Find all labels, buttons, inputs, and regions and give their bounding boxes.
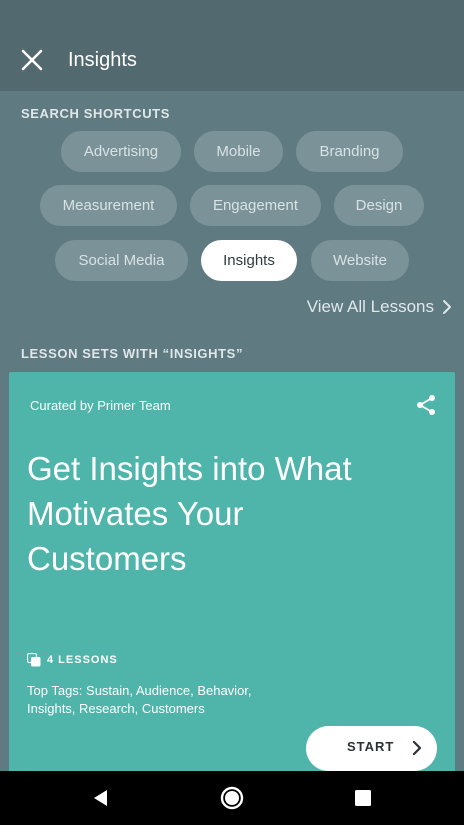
chevron-right-icon: [443, 300, 451, 314]
search-shortcuts-label: SEARCH SHORTCUTS: [21, 106, 170, 121]
chip-website[interactable]: Website: [311, 240, 409, 281]
chip-insights[interactable]: Insights: [201, 240, 297, 281]
home-button[interactable]: [217, 783, 247, 813]
app-header: Insights: [0, 0, 464, 91]
chip-advertising[interactable]: Advertising: [61, 131, 181, 172]
curated-by-label: Curated by Primer Team: [30, 398, 171, 413]
lesson-set-card[interactable]: Curated by Primer Team Get Insights into…: [9, 372, 455, 792]
chip-branding[interactable]: Branding: [296, 131, 403, 172]
chip-mobile[interactable]: Mobile: [194, 131, 283, 172]
home-icon: [220, 786, 244, 810]
lesson-sets-label: LESSON SETS WITH “INSIGHTS”: [21, 346, 244, 361]
system-nav-bar: [0, 771, 464, 825]
start-button[interactable]: START: [306, 726, 437, 771]
stack-icon: [27, 653, 41, 667]
chip-engagement[interactable]: Engagement: [190, 185, 321, 226]
close-icon: [21, 49, 43, 71]
share-icon[interactable]: [415, 394, 437, 416]
close-button[interactable]: [18, 46, 46, 74]
view-all-lessons-link[interactable]: View All Lessons: [307, 295, 452, 319]
top-tags: Top Tags: Sustain, Audience, Behavior, I…: [27, 683, 252, 716]
back-icon: [94, 790, 107, 806]
chip-measurement[interactable]: Measurement: [40, 185, 177, 226]
recents-button[interactable]: [348, 783, 378, 813]
chip-design[interactable]: Design: [334, 185, 424, 226]
recents-icon: [355, 790, 371, 806]
chevron-right-icon: [412, 740, 422, 756]
back-button[interactable]: [86, 783, 116, 813]
start-label: START: [347, 739, 395, 754]
view-all-lessons-label: View All Lessons: [306, 297, 434, 316]
lessons-count: 4 LESSONS: [27, 653, 118, 667]
chip-social-media[interactable]: Social Media: [55, 240, 188, 281]
lesson-set-title: Get Insights into What Motivates Your Cu…: [27, 450, 352, 577]
lessons-count-label: 4 LESSONS: [47, 654, 118, 666]
page-title: Insights: [68, 49, 137, 71]
